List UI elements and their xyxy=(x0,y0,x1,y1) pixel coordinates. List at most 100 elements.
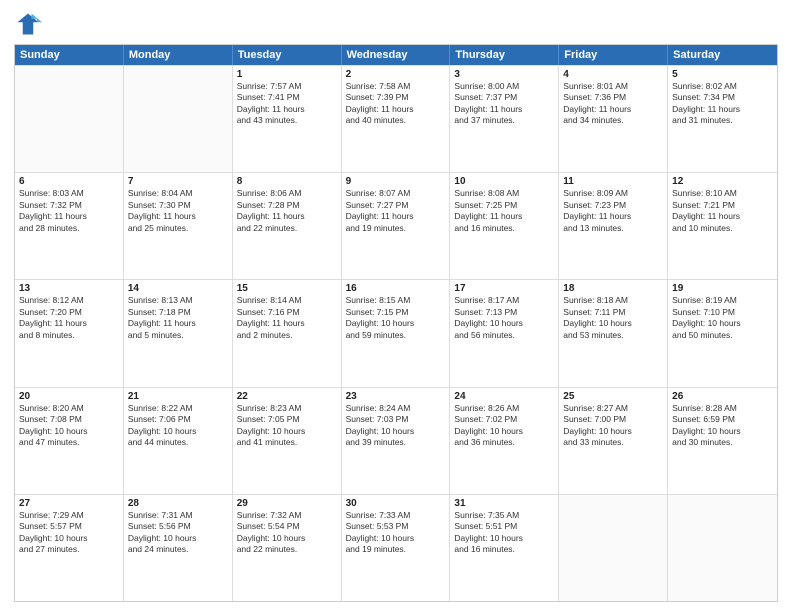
cell-line: and 53 minutes. xyxy=(563,330,663,341)
calendar-cell-8: 8Sunrise: 8:06 AMSunset: 7:28 PMDaylight… xyxy=(233,173,342,279)
calendar-cell-29: 29Sunrise: 7:32 AMSunset: 5:54 PMDayligh… xyxy=(233,495,342,601)
cell-line: Sunrise: 7:35 AM xyxy=(454,510,554,521)
calendar-header: SundayMondayTuesdayWednesdayThursdayFrid… xyxy=(15,45,777,65)
cell-line: Sunset: 7:28 PM xyxy=(237,200,337,211)
cell-line: Sunset: 5:57 PM xyxy=(19,521,119,532)
cell-line: Sunset: 7:11 PM xyxy=(563,307,663,318)
cell-line: Daylight: 10 hours xyxy=(454,318,554,329)
cell-line: Sunset: 7:13 PM xyxy=(454,307,554,318)
cell-line: Sunrise: 8:00 AM xyxy=(454,81,554,92)
day-number: 23 xyxy=(346,391,446,402)
cell-line: Daylight: 11 hours xyxy=(237,318,337,329)
cell-line: Daylight: 10 hours xyxy=(237,426,337,437)
day-number: 9 xyxy=(346,176,446,187)
cell-line: Sunset: 7:18 PM xyxy=(128,307,228,318)
cell-line: Sunrise: 8:02 AM xyxy=(672,81,773,92)
cell-line: and 22 minutes. xyxy=(237,544,337,555)
cell-line: and 13 minutes. xyxy=(563,223,663,234)
day-number: 16 xyxy=(346,283,446,294)
cell-line: Daylight: 10 hours xyxy=(563,426,663,437)
cell-line: Sunrise: 8:17 AM xyxy=(454,295,554,306)
cell-line: and 50 minutes. xyxy=(672,330,773,341)
cell-line: Sunset: 7:02 PM xyxy=(454,414,554,425)
calendar-header-friday: Friday xyxy=(559,45,668,65)
day-number: 7 xyxy=(128,176,228,187)
cell-line: Sunrise: 8:07 AM xyxy=(346,188,446,199)
cell-line: Sunset: 7:16 PM xyxy=(237,307,337,318)
day-number: 22 xyxy=(237,391,337,402)
day-number: 8 xyxy=(237,176,337,187)
calendar-cell-22: 22Sunrise: 8:23 AMSunset: 7:05 PMDayligh… xyxy=(233,388,342,494)
day-number: 24 xyxy=(454,391,554,402)
cell-line: Daylight: 10 hours xyxy=(563,318,663,329)
cell-line: Daylight: 10 hours xyxy=(128,426,228,437)
calendar-header-monday: Monday xyxy=(124,45,233,65)
cell-line: Sunset: 5:54 PM xyxy=(237,521,337,532)
day-number: 26 xyxy=(672,391,773,402)
cell-line: Sunrise: 8:12 AM xyxy=(19,295,119,306)
calendar-header-thursday: Thursday xyxy=(450,45,559,65)
cell-line: and 2 minutes. xyxy=(237,330,337,341)
calendar-cell-empty-4-5 xyxy=(559,495,668,601)
cell-line: and 16 minutes. xyxy=(454,544,554,555)
cell-line: Daylight: 11 hours xyxy=(563,211,663,222)
day-number: 15 xyxy=(237,283,337,294)
calendar-cell-27: 27Sunrise: 7:29 AMSunset: 5:57 PMDayligh… xyxy=(15,495,124,601)
cell-line: and 44 minutes. xyxy=(128,437,228,448)
cell-line: Sunrise: 8:15 AM xyxy=(346,295,446,306)
cell-line: Sunset: 6:59 PM xyxy=(672,414,773,425)
cell-line: Sunrise: 7:33 AM xyxy=(346,510,446,521)
cell-line: and 41 minutes. xyxy=(237,437,337,448)
cell-line: Sunset: 7:21 PM xyxy=(672,200,773,211)
cell-line: Sunrise: 7:57 AM xyxy=(237,81,337,92)
cell-line: and 59 minutes. xyxy=(346,330,446,341)
calendar-cell-empty-0-0 xyxy=(15,66,124,172)
calendar-cell-7: 7Sunrise: 8:04 AMSunset: 7:30 PMDaylight… xyxy=(124,173,233,279)
cell-line: Daylight: 10 hours xyxy=(672,318,773,329)
calendar-header-saturday: Saturday xyxy=(668,45,777,65)
calendar-row-3: 20Sunrise: 8:20 AMSunset: 7:08 PMDayligh… xyxy=(15,387,777,494)
cell-line: and 16 minutes. xyxy=(454,223,554,234)
calendar-cell-17: 17Sunrise: 8:17 AMSunset: 7:13 PMDayligh… xyxy=(450,280,559,386)
day-number: 13 xyxy=(19,283,119,294)
day-number: 17 xyxy=(454,283,554,294)
day-number: 27 xyxy=(19,498,119,509)
cell-line: Sunset: 7:20 PM xyxy=(19,307,119,318)
cell-line: Sunrise: 8:03 AM xyxy=(19,188,119,199)
calendar-cell-28: 28Sunrise: 7:31 AMSunset: 5:56 PMDayligh… xyxy=(124,495,233,601)
calendar-cell-19: 19Sunrise: 8:19 AMSunset: 7:10 PMDayligh… xyxy=(668,280,777,386)
cell-line: and 43 minutes. xyxy=(237,115,337,126)
cell-line: Sunset: 7:10 PM xyxy=(672,307,773,318)
cell-line: Sunset: 7:03 PM xyxy=(346,414,446,425)
cell-line: Sunrise: 7:31 AM xyxy=(128,510,228,521)
cell-line: Sunrise: 8:27 AM xyxy=(563,403,663,414)
cell-line: Sunrise: 7:32 AM xyxy=(237,510,337,521)
cell-line: and 47 minutes. xyxy=(19,437,119,448)
cell-line: and 19 minutes. xyxy=(346,223,446,234)
day-number: 29 xyxy=(237,498,337,509)
calendar-cell-21: 21Sunrise: 8:22 AMSunset: 7:06 PMDayligh… xyxy=(124,388,233,494)
cell-line: and 30 minutes. xyxy=(672,437,773,448)
cell-line: Sunrise: 8:04 AM xyxy=(128,188,228,199)
cell-line: Sunrise: 8:18 AM xyxy=(563,295,663,306)
day-number: 30 xyxy=(346,498,446,509)
calendar-row-1: 6Sunrise: 8:03 AMSunset: 7:32 PMDaylight… xyxy=(15,172,777,279)
calendar: SundayMondayTuesdayWednesdayThursdayFrid… xyxy=(14,44,778,602)
cell-line: Sunrise: 8:06 AM xyxy=(237,188,337,199)
cell-line: Daylight: 11 hours xyxy=(19,318,119,329)
cell-line: Sunrise: 8:19 AM xyxy=(672,295,773,306)
cell-line: and 8 minutes. xyxy=(19,330,119,341)
cell-line: Daylight: 10 hours xyxy=(19,533,119,544)
cell-line: Daylight: 10 hours xyxy=(346,533,446,544)
cell-line: and 25 minutes. xyxy=(128,223,228,234)
cell-line: Daylight: 10 hours xyxy=(672,426,773,437)
cell-line: Sunrise: 8:08 AM xyxy=(454,188,554,199)
day-number: 18 xyxy=(563,283,663,294)
calendar-body: 1Sunrise: 7:57 AMSunset: 7:41 PMDaylight… xyxy=(15,65,777,601)
cell-line: Daylight: 11 hours xyxy=(454,104,554,115)
calendar-cell-empty-0-1 xyxy=(124,66,233,172)
cell-line: Sunrise: 8:23 AM xyxy=(237,403,337,414)
cell-line: and 27 minutes. xyxy=(19,544,119,555)
cell-line: Daylight: 11 hours xyxy=(672,211,773,222)
calendar-header-sunday: Sunday xyxy=(15,45,124,65)
